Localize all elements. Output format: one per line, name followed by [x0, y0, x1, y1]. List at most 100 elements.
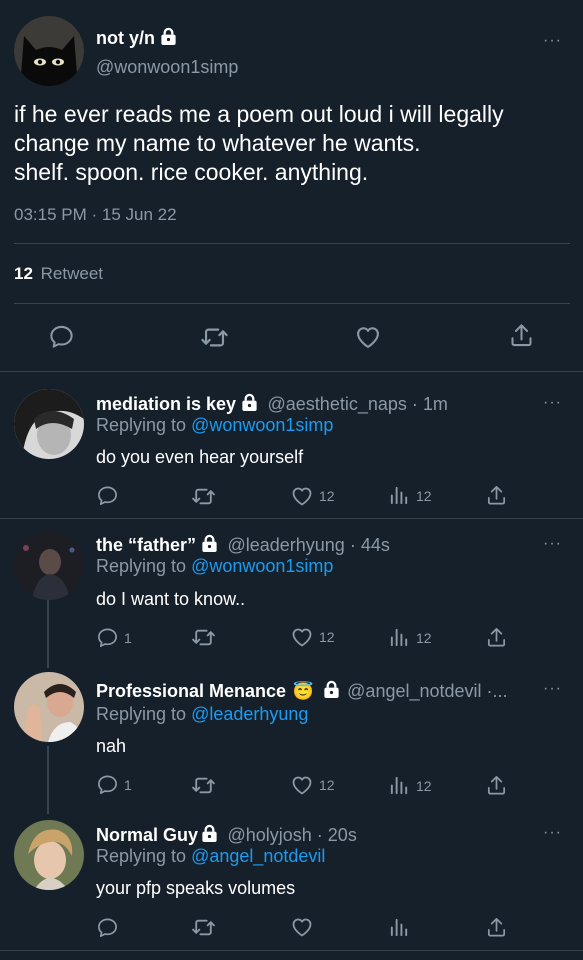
retweet-icon — [200, 323, 229, 352]
retweet-button[interactable] — [200, 323, 229, 352]
like-icon — [354, 323, 382, 351]
retweet-button[interactable] — [191, 484, 216, 509]
like-button[interactable]: 12 — [290, 484, 335, 508]
divider — [0, 518, 583, 519]
more-icon[interactable]: ··· — [543, 536, 562, 552]
retweet-icon — [191, 773, 216, 798]
reply-text: your pfp speaks volumes — [96, 878, 296, 898]
replying-to-link[interactable]: @wonwoon1simp — [191, 415, 333, 435]
share-icon — [485, 916, 508, 939]
author-name[interactable]: not y/n — [96, 28, 155, 48]
like-button[interactable] — [354, 323, 382, 351]
reply-text: do you even hear yourself — [96, 447, 304, 467]
reply-button[interactable] — [96, 484, 124, 507]
reply-button[interactable]: 1 — [96, 626, 132, 649]
views-icon — [388, 916, 411, 939]
author-handle-time[interactable]: @aesthetic_naps · 1m — [268, 394, 448, 414]
avatar[interactable] — [14, 530, 84, 600]
retweet-button[interactable] — [191, 773, 216, 798]
reply-button[interactable] — [48, 323, 75, 350]
replying-to-link[interactable]: @wonwoon1simp — [191, 556, 333, 576]
retweet-icon — [191, 625, 216, 650]
view-count: 12 — [416, 487, 432, 504]
divider — [0, 371, 583, 372]
more-icon[interactable]: ··· — [543, 681, 562, 697]
divider — [14, 303, 570, 304]
views-button[interactable] — [388, 916, 411, 939]
author-handle-time[interactable]: @holyjosh · 20s — [227, 825, 356, 845]
author-name[interactable]: Normal Guy — [96, 825, 198, 845]
tweet-timestamp[interactable]: 03:15 PM · 15 Jun 22 — [14, 205, 177, 225]
views-button[interactable]: 12 — [388, 626, 432, 649]
thread-line — [47, 746, 49, 814]
retweet-button[interactable] — [191, 625, 216, 650]
avatar[interactable] — [14, 389, 84, 459]
divider — [0, 950, 583, 951]
more-icon[interactable]: ··· — [543, 395, 562, 411]
views-icon — [388, 774, 411, 797]
reply-button[interactable]: 1 — [96, 773, 132, 796]
share-button[interactable] — [485, 484, 508, 507]
replying-to-label: Replying to — [96, 556, 192, 576]
replying-to-link[interactable]: @angel_notdevil — [191, 846, 325, 866]
retweet-label: Retweet — [40, 264, 104, 283]
like-button[interactable] — [290, 915, 314, 939]
more-icon[interactable]: ··· — [543, 33, 562, 49]
share-button[interactable] — [508, 322, 535, 349]
thread-line — [47, 600, 49, 668]
reply-icon — [48, 323, 75, 350]
reply-icon — [96, 626, 119, 649]
retweet-count: 12 — [14, 264, 33, 283]
author-handle-time[interactable]: @angel_notdevil ·... — [347, 681, 507, 701]
share-icon — [508, 322, 535, 349]
like-icon — [290, 484, 314, 508]
tweet-text: if he ever reads me a poem out loud i wi… — [14, 100, 504, 187]
black-cat-avatar-icon — [14, 16, 84, 86]
lock-icon — [159, 27, 178, 46]
retweet-button[interactable] — [191, 915, 216, 940]
reply-text: nah — [96, 736, 127, 756]
share-icon — [485, 774, 508, 797]
lock-icon — [200, 824, 219, 843]
share-icon — [485, 484, 508, 507]
share-button[interactable] — [485, 774, 508, 797]
reply-text: do I want to know.. — [96, 589, 246, 609]
profile-photo-icon — [14, 530, 84, 600]
views-icon — [388, 484, 411, 507]
views-button[interactable]: 12 — [388, 484, 432, 507]
profile-photo-icon — [14, 389, 84, 459]
view-count: 12 — [416, 777, 432, 794]
author-handle[interactable]: @wonwoon1simp — [96, 57, 238, 78]
reply-count: 1 — [124, 776, 132, 793]
like-count: 12 — [319, 629, 335, 645]
author-name[interactable]: Professional Menance — [96, 681, 286, 701]
reply-count: 1 — [124, 629, 132, 646]
avatar-not-yn[interactable] — [14, 16, 84, 86]
like-button[interactable]: 12 — [290, 625, 335, 649]
avatar[interactable] — [14, 820, 84, 890]
like-icon — [290, 625, 314, 649]
like-icon — [290, 915, 314, 939]
views-button[interactable]: 12 — [388, 774, 432, 797]
retweet-stats[interactable]: 12 Retweet — [14, 264, 103, 284]
replying-to-link[interactable]: @leaderhyung — [191, 704, 308, 724]
like-count: 12 — [319, 777, 335, 793]
more-icon[interactable]: ··· — [543, 825, 562, 841]
reply-icon — [96, 916, 119, 939]
tweet-text-line: if he ever reads me a poem out loud i wi… — [14, 101, 504, 127]
share-button[interactable] — [485, 626, 508, 649]
reply-icon — [96, 773, 119, 796]
avatar[interactable] — [14, 672, 84, 742]
reply-button[interactable] — [96, 916, 119, 939]
divider — [14, 243, 570, 244]
author-name[interactable]: mediation is key — [96, 394, 236, 414]
views-icon — [388, 626, 411, 649]
lock-icon — [200, 534, 219, 553]
like-button[interactable]: 12 — [290, 773, 335, 797]
author-name[interactable]: the “father” — [96, 535, 196, 555]
share-button[interactable] — [485, 916, 508, 939]
author-handle-time[interactable]: @leaderhyung · 44s — [227, 535, 389, 555]
profile-photo-icon — [14, 820, 84, 890]
like-icon — [290, 773, 314, 797]
replying-to-label: Replying to — [96, 704, 192, 724]
